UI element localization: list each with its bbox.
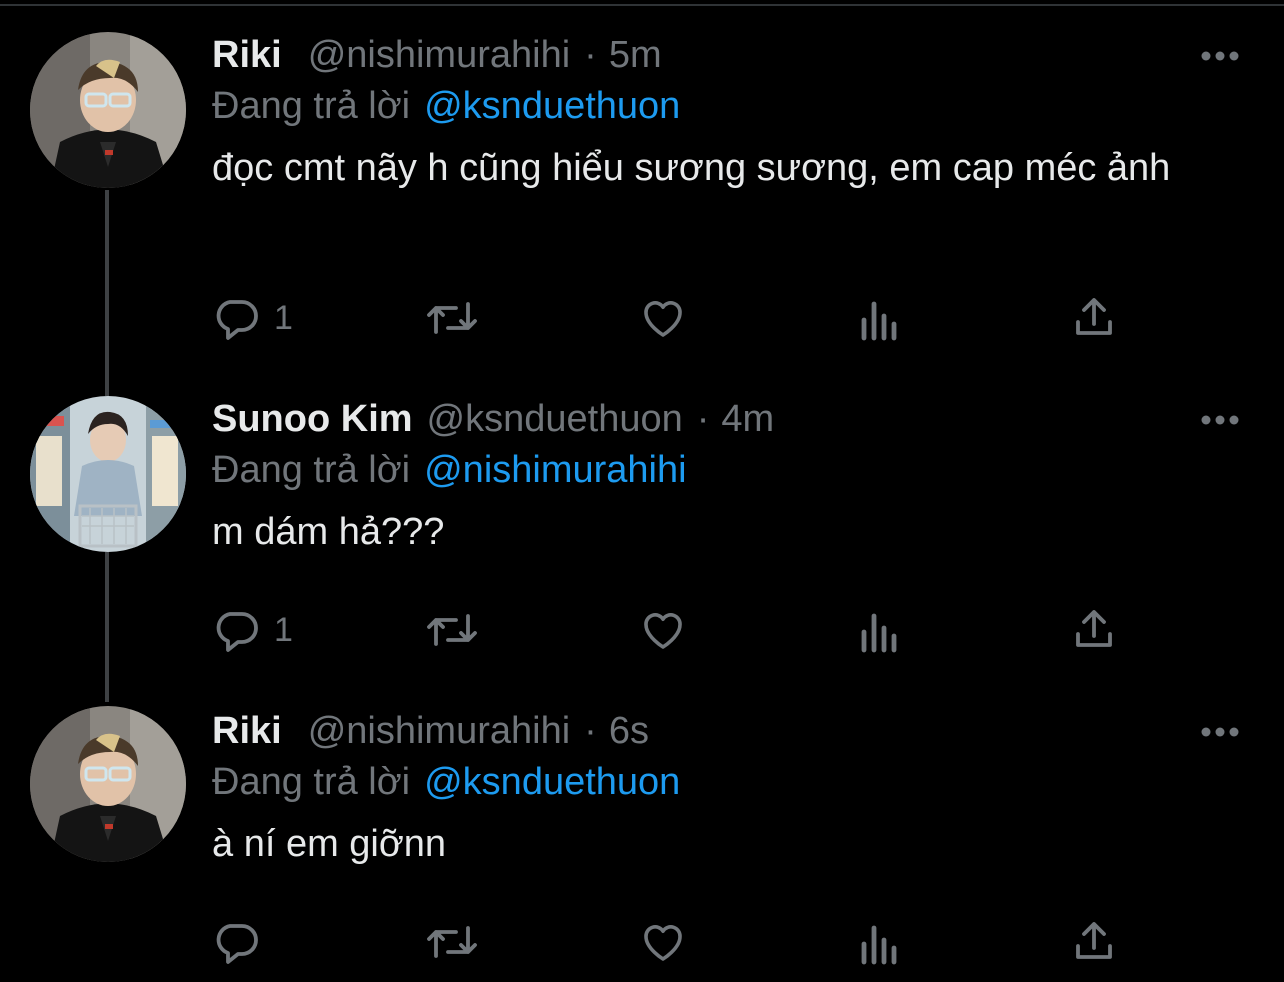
tweet[interactable]: Riki @nishimurahihi · 5m Đang trả lời @ks… <box>0 30 1284 360</box>
reply-button[interactable]: 1 <box>212 604 293 656</box>
like-icon <box>644 301 682 337</box>
like-button[interactable] <box>638 292 688 344</box>
tweet[interactable]: Riki @nishimurahihi · 6s Đang trả lời @ks… <box>0 706 1284 982</box>
reply-button[interactable]: 1 <box>212 292 293 344</box>
more-icon[interactable] <box>1196 44 1244 68</box>
views-icon <box>861 613 897 653</box>
retweet-icon <box>427 926 477 958</box>
replying-to: Đang trả lời @nishimurahihi <box>212 444 687 496</box>
share-icon <box>1076 610 1112 647</box>
timestamp[interactable]: 4m <box>721 394 774 444</box>
author-name[interactable]: Sunoo Kim <box>212 394 413 444</box>
views-button[interactable] <box>858 292 902 344</box>
avatar[interactable] <box>30 706 186 862</box>
retweet-button[interactable] <box>424 292 480 344</box>
share-icon <box>1076 922 1112 959</box>
tweet[interactable]: Sunoo Kim @ksnduethuon · 4m Đang trả lời… <box>0 394 1284 714</box>
action-bar <box>212 916 1232 968</box>
action-bar: 1 <box>212 292 1232 344</box>
timestamp[interactable]: 5m <box>609 30 662 80</box>
timestamp[interactable]: 6s <box>609 706 649 756</box>
views-button[interactable] <box>858 604 902 656</box>
mention-link[interactable]: @nishimurahihi <box>424 449 686 491</box>
author-handle[interactable]: @nishimurahihi <box>308 30 570 80</box>
retweet-button[interactable] <box>424 604 480 656</box>
more-icon[interactable] <box>1196 720 1244 744</box>
replying-to: Đang trả lời @ksnduethuon <box>212 756 680 808</box>
like-button[interactable] <box>638 604 688 656</box>
like-icon <box>644 613 682 649</box>
replying-to: Đang trả lời @ksnduethuon <box>212 80 680 132</box>
separator-dot: · <box>584 710 597 752</box>
reply-count: 1 <box>274 610 293 649</box>
tweet-text: m dám hả??? <box>212 511 445 553</box>
views-button[interactable] <box>858 916 902 968</box>
share-button[interactable] <box>1070 604 1118 656</box>
author-handle[interactable]: @ksnduethuon <box>427 394 683 444</box>
more-icon[interactable] <box>1196 408 1244 432</box>
reply-count: 1 <box>274 298 293 337</box>
retweet-button[interactable] <box>424 916 480 968</box>
mention-link[interactable]: @ksnduethuon <box>424 85 680 127</box>
like-icon <box>644 925 682 961</box>
separator-dot: · <box>584 34 597 76</box>
share-button[interactable] <box>1070 916 1118 968</box>
author-handle[interactable]: @nishimurahihi <box>308 706 570 756</box>
reply-button[interactable] <box>212 916 274 968</box>
author-name[interactable]: Riki <box>212 706 282 756</box>
mention-link[interactable]: @ksnduethuon <box>424 761 680 803</box>
replying-label: Đang trả lời <box>212 449 411 491</box>
views-icon <box>861 925 897 965</box>
share-icon <box>1076 298 1112 335</box>
top-divider <box>0 4 1284 6</box>
reply-icon <box>216 300 258 340</box>
replying-label: Đang trả lời <box>212 761 411 803</box>
retweet-icon <box>427 614 477 646</box>
action-bar: 1 <box>212 604 1232 656</box>
tweet-header: Riki @nishimurahihi · 5m <box>212 30 662 80</box>
retweet-icon <box>427 302 477 334</box>
tweet-header: Sunoo Kim @ksnduethuon · 4m <box>212 394 774 444</box>
replying-label: Đang trả lời <box>212 85 411 127</box>
views-icon <box>861 301 897 341</box>
avatar[interactable] <box>30 32 186 188</box>
like-button[interactable] <box>638 916 688 968</box>
reply-icon <box>216 924 258 964</box>
reply-icon <box>216 612 258 652</box>
tweet-text: à ní em giỡnn <box>212 823 447 865</box>
share-button[interactable] <box>1070 292 1118 344</box>
tweet-text: đọc cmt nãy h cũng hiểu sương sương, em … <box>212 147 1171 189</box>
separator-dot: · <box>696 398 710 440</box>
avatar[interactable] <box>30 396 186 552</box>
tweet-header: Riki @nishimurahihi · 6s <box>212 706 649 756</box>
author-name[interactable]: Riki <box>212 30 282 80</box>
